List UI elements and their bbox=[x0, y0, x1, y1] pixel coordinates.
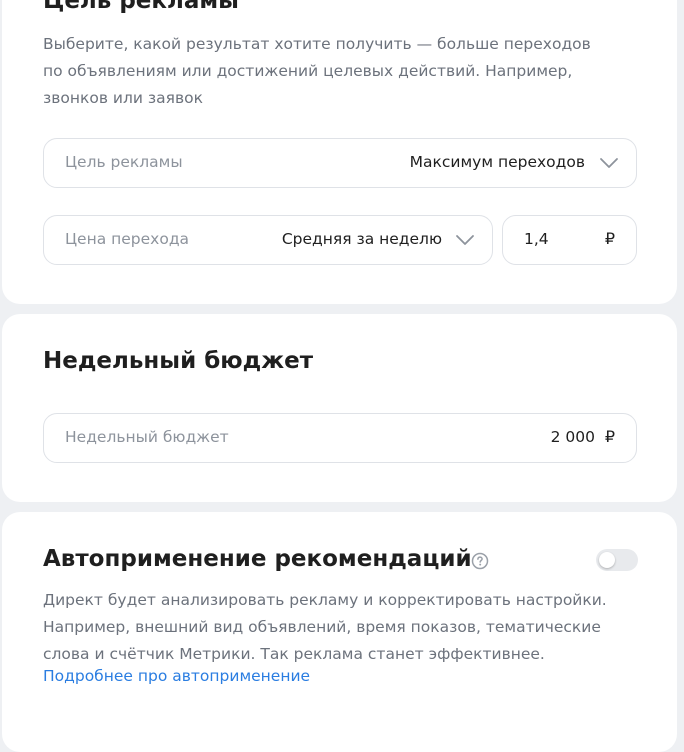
ruble-sign: ₽ bbox=[604, 427, 615, 446]
click-price-input[interactable]: 1,4 ₽ bbox=[502, 215, 637, 265]
ad-goal-select-label: Цель рекламы bbox=[65, 153, 183, 171]
ad-goal-select[interactable]: Цель рекламы Максимум переходов bbox=[43, 138, 637, 188]
weekly-budget-input-label: Недельный бюджет bbox=[65, 428, 229, 446]
click-price-select[interactable]: Цена перехода Средняя за неделю bbox=[43, 215, 493, 265]
ad-goal-title: Цель рекламы bbox=[43, 0, 239, 14]
weekly-budget-amount: 2 000 bbox=[550, 428, 595, 446]
ad-goal-card: Цель рекламы Выберите, какой результат х… bbox=[2, 0, 677, 304]
auto-apply-description: Директ будет анализировать рекламу и кор… bbox=[43, 591, 607, 663]
question-circle-icon[interactable] bbox=[471, 552, 489, 570]
auto-apply-card: Автоприменение рекомендаций Директ будет… bbox=[2, 512, 677, 752]
chevron-down-icon bbox=[456, 235, 474, 245]
click-price-select-value: Средняя за неделю bbox=[281, 230, 442, 248]
auto-apply-more-link[interactable]: Подробнее про автоприменение bbox=[43, 667, 310, 685]
chevron-down-icon bbox=[600, 158, 618, 168]
click-price-amount: 1,4 bbox=[524, 230, 549, 248]
auto-apply-title: Автоприменение рекомендаций bbox=[43, 546, 472, 572]
weekly-budget-title: Недельный бюджет bbox=[43, 348, 314, 374]
ad-goal-description: Выберите, какой результат хотите получит… bbox=[43, 35, 591, 107]
ruble-sign: ₽ bbox=[604, 229, 615, 248]
weekly-budget-card: Недельный бюджет Недельный бюджет 2 000 … bbox=[2, 314, 677, 502]
weekly-budget-input[interactable]: Недельный бюджет 2 000 ₽ bbox=[43, 413, 637, 463]
ad-goal-select-value: Максимум переходов bbox=[409, 153, 585, 171]
auto-apply-toggle[interactable] bbox=[596, 549, 638, 571]
toggle-knob bbox=[599, 552, 615, 568]
click-price-select-label: Цена перехода bbox=[65, 230, 190, 248]
